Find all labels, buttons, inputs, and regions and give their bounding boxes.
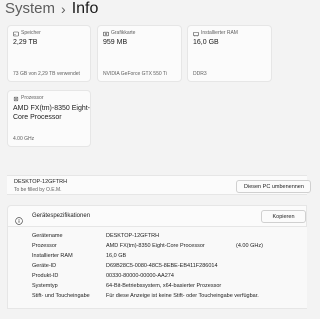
spec-value: DESKTOP-12GFTRH: [106, 233, 160, 239]
gpu-label: Grafikkarte: [111, 30, 136, 36]
ram-label: Installierter RAM: [201, 30, 238, 36]
storage-card[interactable]: Speicher 2,29 TB 73 GB von 2,29 TB verwe…: [7, 25, 91, 82]
spec-value: AMD FX(tm)-8350 Eight-Core Processor: [106, 243, 205, 249]
ram-icon: [193, 31, 199, 37]
spec-row-processor: Prozessor AMD FX(tm)-8350 Eight-Core Pro…: [8, 243, 307, 252]
spec-row-device-name: Gerätename DESKTOP-12GFTRH: [8, 233, 307, 242]
spec-key: Geräte-ID: [32, 263, 57, 269]
cpu-icon: [13, 96, 19, 102]
rename-pc-button[interactable]: Diesen PC umbenennen: [236, 180, 311, 193]
spec-row-device-id: Geräte-ID D69B28C5-0080-48C5-8EBE-EB411F…: [8, 263, 307, 272]
gpu-card[interactable]: Grafikkarte 959 MB NVIDIA GeForce GTX 55…: [97, 25, 182, 82]
spec-row-ram: Installierter RAM 16,0 GB: [8, 253, 307, 262]
spec-row-pen-touch: Stift- und Toucheingabe Für diese Anzeig…: [8, 293, 307, 302]
spec-key: Stift- und Toucheingabe: [32, 293, 90, 299]
breadcrumb: System › Info: [5, 0, 98, 17]
spec-key: Produkt-ID: [32, 273, 59, 279]
storage-value: 2,29 TB: [13, 39, 38, 46]
cpu-card[interactable]: Prozessor AMD FX(tm)-8350 Eight-Core Pro…: [7, 90, 91, 147]
spec-key: Gerätename: [32, 233, 63, 239]
spec-key: Prozessor: [32, 243, 57, 249]
device-name-panel: DESKTOP-12GFTRH To be filled by O.E.M. D…: [7, 175, 311, 195]
cpu-value: AMD FX(tm)-8350 Eight-Core Processor: [13, 105, 91, 121]
storage-label: Speicher: [21, 30, 41, 36]
spec-extra: (4.00 GHz): [236, 243, 263, 249]
info-icon: [15, 212, 23, 225]
copy-button[interactable]: Kopieren: [261, 210, 306, 223]
spec-value: D69B28C5-0080-48C5-8EBE-EB411F286014: [106, 263, 218, 269]
breadcrumb-separator: ›: [61, 0, 66, 17]
spec-row-system-type: Systemtyp 64-Bit-Betriebssystem, x64-bas…: [8, 283, 307, 292]
page-title: Info: [71, 0, 99, 17]
breadcrumb-system-link[interactable]: System: [5, 0, 55, 17]
cpu-detail: 4.00 GHz: [13, 136, 35, 142]
spec-value: 16,0 GB: [106, 253, 127, 259]
ram-detail: DDR3: [193, 71, 207, 77]
spec-value: Für diese Anzeige ist keine Stift- oder …: [106, 293, 259, 299]
ram-card[interactable]: Installierter RAM 16,0 GB DDR3: [187, 25, 272, 82]
spec-row-product-id: Produkt-ID 00330-80000-00000-AA274: [8, 273, 307, 282]
gpu-detail: NVIDIA GeForce GTX 550 Ti: [103, 71, 167, 77]
spec-value: 64-Bit-Betriebssystem, x64-basierter Pro…: [106, 283, 222, 289]
device-specs-list: Gerätename DESKTOP-12GFTRH Prozessor AMD…: [7, 227, 307, 309]
cpu-label: Prozessor: [21, 95, 44, 101]
device-specs-header[interactable]: Gerätespezifikationen Kopieren: [7, 205, 307, 227]
spec-value: 00330-80000-00000-AA274: [106, 273, 174, 279]
storage-detail: 73 GB von 2,29 TB verwendet: [13, 71, 80, 77]
spec-key: Installierter RAM: [32, 253, 73, 259]
device-owner: To be filled by O.E.M.: [14, 187, 62, 193]
ram-value: 16,0 GB: [193, 39, 219, 46]
storage-icon: [13, 31, 19, 37]
gpu-value: 959 MB: [103, 39, 128, 46]
device-name: DESKTOP-12GFTRH: [14, 179, 68, 185]
gpu-icon: [103, 31, 109, 37]
spec-key: Systemtyp: [32, 283, 58, 289]
device-specs-title: Gerätespezifikationen: [32, 213, 91, 219]
